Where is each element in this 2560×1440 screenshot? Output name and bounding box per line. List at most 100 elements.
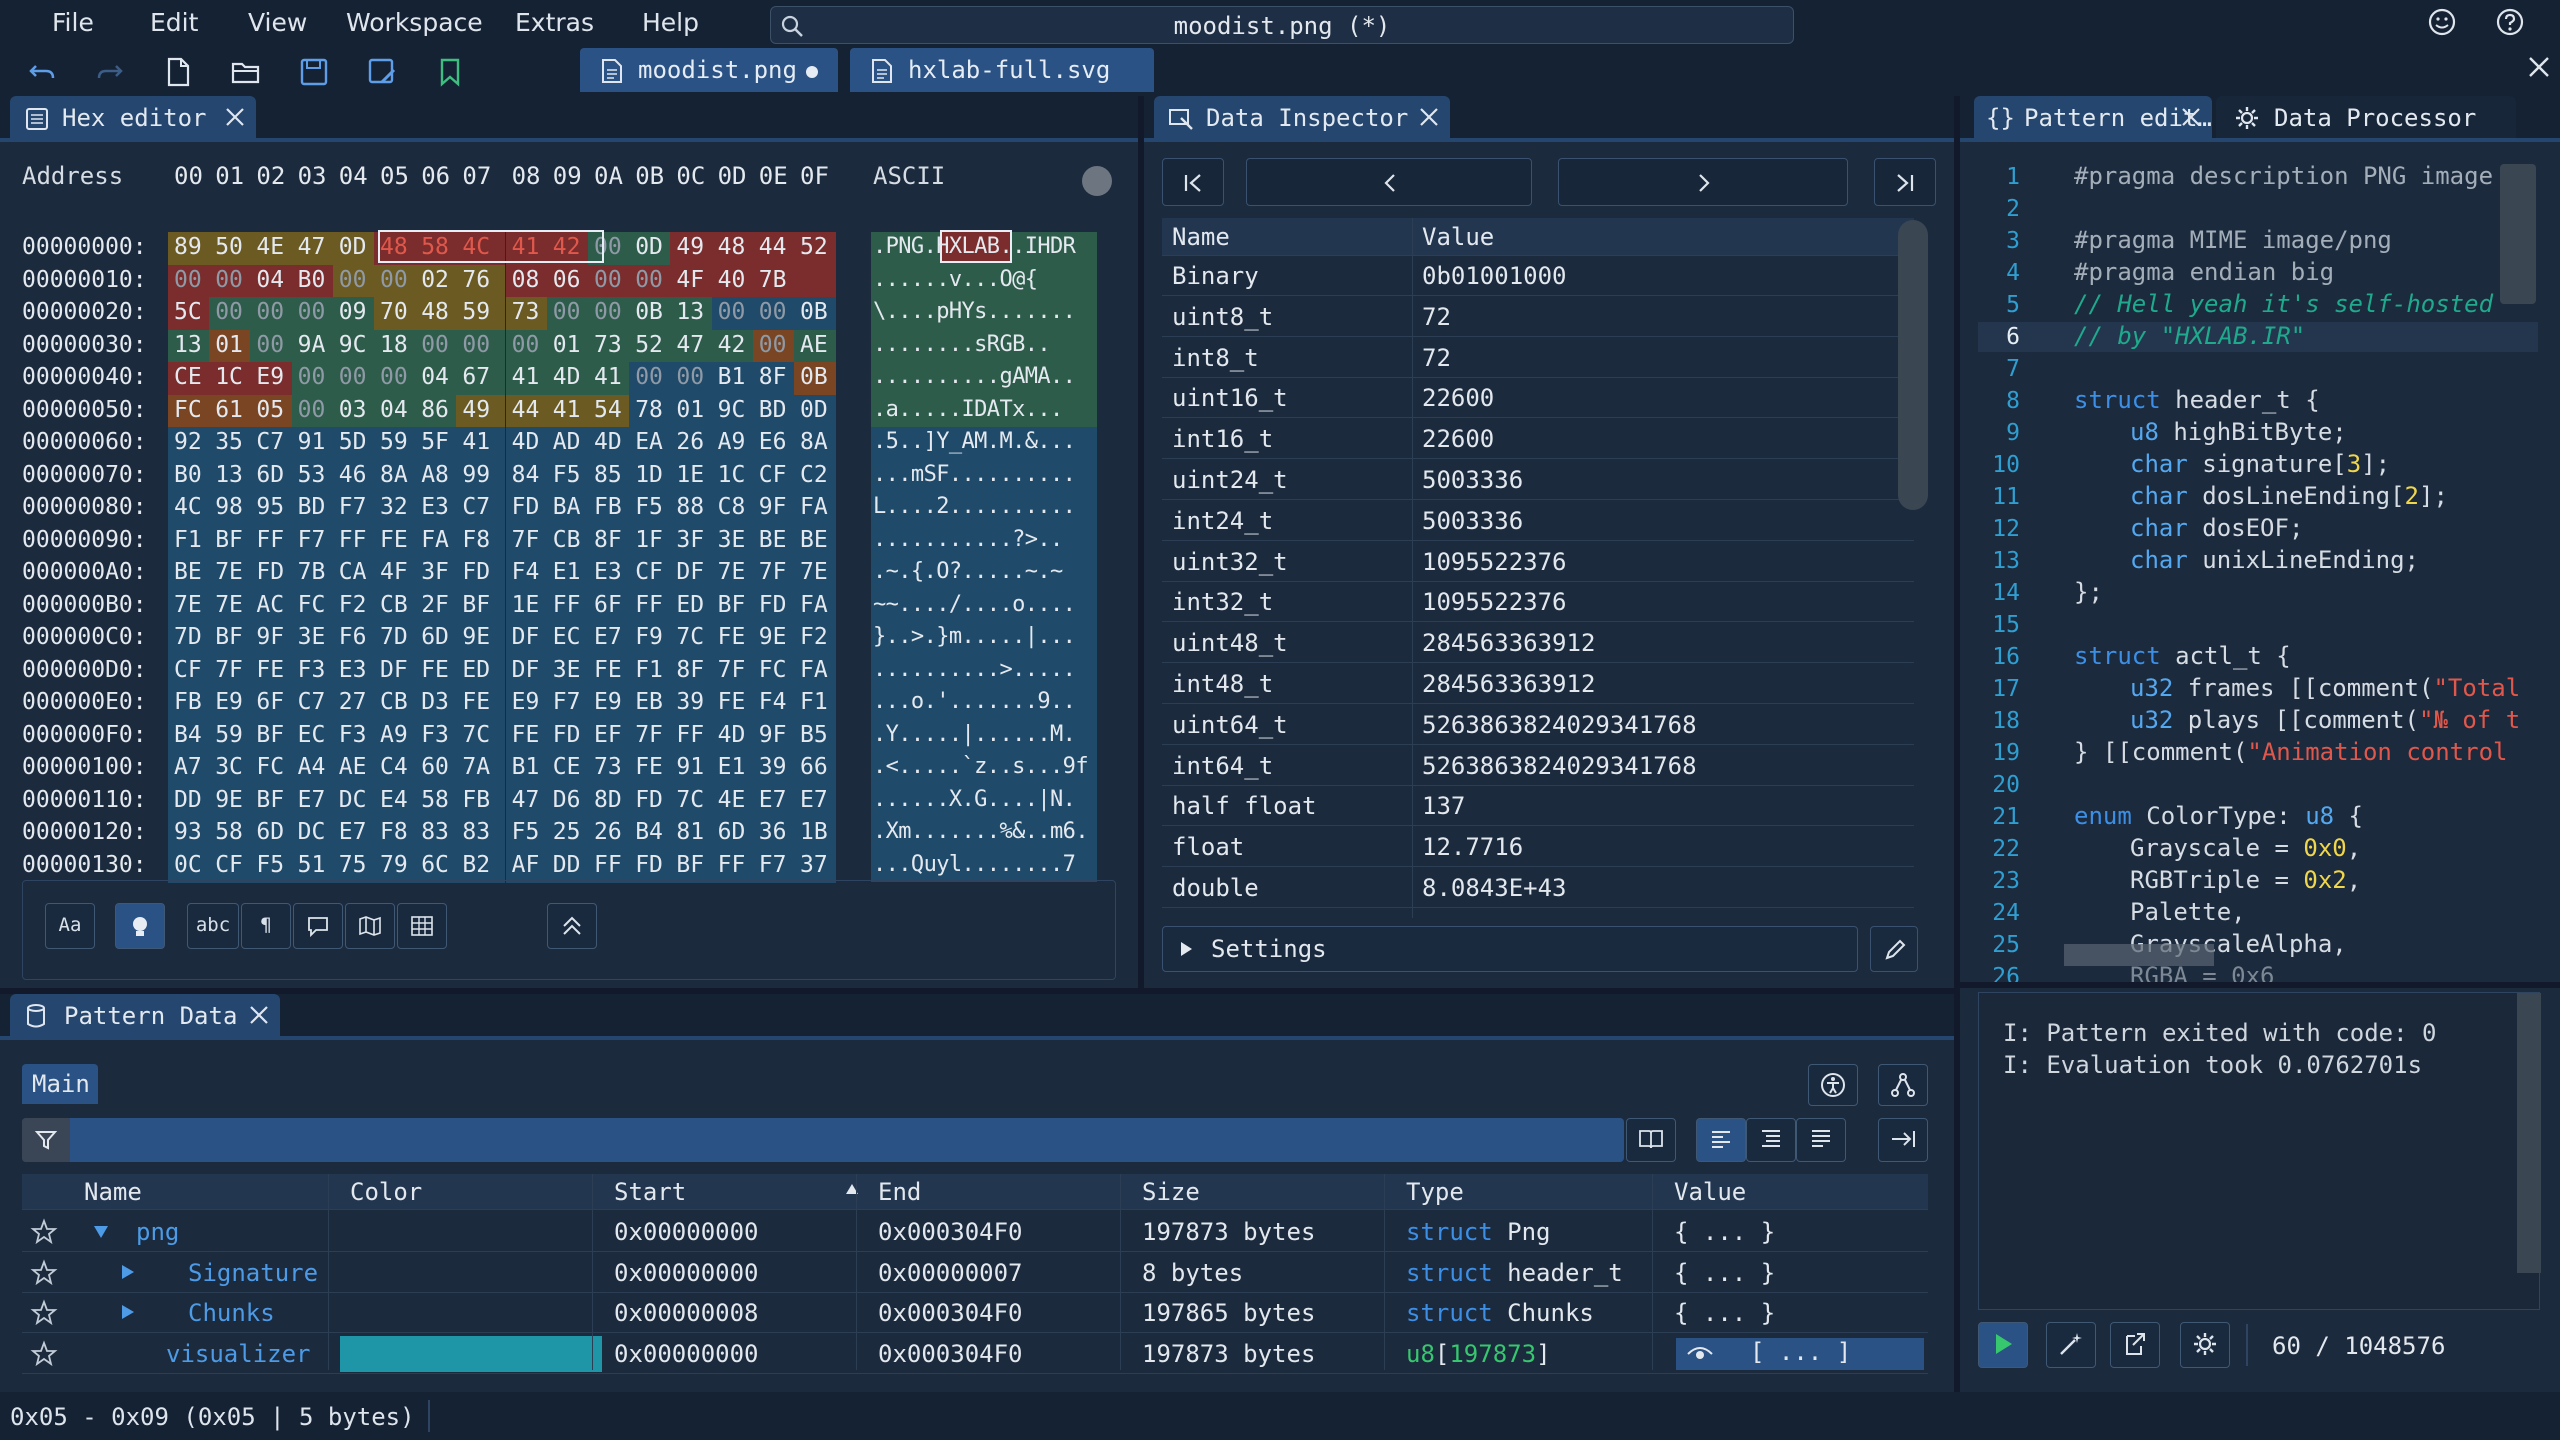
nav-last-button[interactable] (1874, 158, 1936, 206)
hex-byte[interactable]: FA (800, 592, 828, 618)
hex-byte[interactable]: BA (553, 494, 581, 520)
hex-byte[interactable]: 7B (298, 559, 326, 585)
hex-byte[interactable]: E3 (594, 559, 622, 585)
hex-byte[interactable]: F7 (759, 852, 787, 878)
column-header-name[interactable]: Name (84, 1178, 142, 1206)
hex-byte[interactable]: F5 (256, 852, 284, 878)
hex-byte[interactable]: F3 (298, 657, 326, 683)
align-left-button[interactable] (1696, 1118, 1746, 1162)
hex-byte[interactable]: 9C (339, 332, 367, 358)
hex-byte[interactable]: 70 (380, 299, 408, 325)
hex-byte[interactable]: E9 (512, 689, 540, 715)
command-search[interactable]: moodist.png (*) (770, 6, 1794, 44)
hex-byte[interactable]: 48 (718, 234, 746, 260)
hex-byte[interactable]: B4 (174, 722, 202, 748)
ascii-row[interactable]: ..........gAMA.. (873, 364, 1076, 389)
inspector-value[interactable]: 284563363912 (1422, 629, 1595, 657)
hex-byte[interactable]: CB (553, 527, 581, 553)
ascii-row[interactable]: ...mSF.......... (873, 462, 1076, 487)
hex-byte[interactable]: 7F (215, 657, 243, 683)
hex-byte[interactable]: FE (256, 657, 284, 683)
comment-button[interactable] (293, 903, 343, 949)
hex-byte[interactable]: BF (256, 722, 284, 748)
hex-byte[interactable]: 00 (718, 299, 746, 325)
hex-byte[interactable]: 00 (421, 332, 449, 358)
hex-byte[interactable]: 9A (298, 332, 326, 358)
inspector-value[interactable]: 137 (1422, 792, 1465, 820)
hex-byte[interactable]: 7F (718, 657, 746, 683)
hex-byte[interactable]: 08 (512, 267, 540, 293)
hex-byte[interactable]: C7 (256, 429, 284, 455)
inspector-value[interactable]: 22600 (1422, 425, 1494, 453)
hex-byte[interactable]: 53 (298, 462, 326, 488)
hex-byte[interactable]: 81 (676, 819, 704, 845)
hex-byte[interactable]: 0B (635, 299, 663, 325)
hex-byte[interactable]: FB (174, 689, 202, 715)
hex-byte[interactable]: AD (553, 429, 581, 455)
hex-byte[interactable]: A9 (718, 429, 746, 455)
hex-byte[interactable]: 18 (380, 332, 408, 358)
hex-byte[interactable]: 40 (718, 267, 746, 293)
hex-byte[interactable]: E3 (421, 494, 449, 520)
hex-byte[interactable]: 4D (718, 722, 746, 748)
hex-byte[interactable]: 26 (676, 429, 704, 455)
hex-byte[interactable]: BE (174, 559, 202, 585)
save-as-icon[interactable] (366, 56, 398, 88)
hex-byte[interactable]: 9E (759, 624, 787, 650)
pattern-field-value[interactable]: { ... } (1674, 1218, 1775, 1246)
hex-byte[interactable]: ED (462, 657, 490, 683)
hex-byte[interactable]: 4F (676, 267, 704, 293)
hex-byte[interactable]: F7 (298, 527, 326, 553)
inspector-value[interactable]: 1095522376 (1422, 548, 1567, 576)
hex-byte[interactable]: A4 (298, 754, 326, 780)
hex-byte[interactable]: C4 (380, 754, 408, 780)
hex-byte[interactable]: 3C (215, 754, 243, 780)
hex-byte[interactable]: 13 (174, 332, 202, 358)
hex-byte[interactable]: 73 (594, 754, 622, 780)
inspector-value[interactable]: 72 (1422, 344, 1451, 372)
hex-byte[interactable]: FE (594, 657, 622, 683)
smiley-icon[interactable] (2426, 6, 2458, 38)
ascii-row[interactable]: .<.....`z..s...9f (873, 754, 1089, 779)
hex-byte[interactable]: 1C (215, 364, 243, 390)
hex-byte[interactable]: FE (421, 657, 449, 683)
ascii-toggle-button[interactable]: abc (187, 903, 239, 949)
inspector-value[interactable]: 5263863824029341768 (1422, 711, 1697, 739)
hex-byte[interactable]: 00 (298, 299, 326, 325)
hex-byte[interactable]: 61 (215, 397, 243, 423)
hex-byte[interactable]: D3 (421, 689, 449, 715)
inspector-value[interactable]: 284563363912 (1422, 670, 1595, 698)
hex-byte[interactable]: 00 (512, 332, 540, 358)
hex-byte[interactable]: F2 (800, 624, 828, 650)
hex-byte[interactable]: FC (298, 592, 326, 618)
pattern-row[interactable]: png 0x00000000 0x000304F0 197873 bytes struc… (22, 1212, 1928, 1252)
hex-byte[interactable]: 59 (215, 722, 243, 748)
hex-byte[interactable]: 8F (759, 364, 787, 390)
jump-to-button[interactable] (1878, 1118, 1928, 1162)
hex-byte[interactable]: 6D (421, 624, 449, 650)
hex-byte[interactable]: 01 (676, 397, 704, 423)
ascii-row[interactable]: ........sRGB.. (873, 332, 1051, 357)
hex-byte[interactable]: 00 (676, 364, 704, 390)
flat-list-button[interactable] (1796, 1118, 1846, 1162)
hex-byte[interactable]: BF (676, 852, 704, 878)
hex-byte[interactable]: BF (256, 787, 284, 813)
hex-byte[interactable]: 93 (174, 819, 202, 845)
hex-byte[interactable]: 00 (594, 267, 622, 293)
hex-byte[interactable]: 1E (512, 592, 540, 618)
hex-byte[interactable]: 3E (553, 657, 581, 683)
hex-byte[interactable]: B5 (800, 722, 828, 748)
hex-byte[interactable]: 88 (676, 494, 704, 520)
minimap-toggle[interactable] (1082, 166, 1112, 196)
hex-byte[interactable]: 66 (800, 754, 828, 780)
open-folder-icon[interactable] (230, 56, 262, 88)
hex-byte[interactable]: DD (553, 852, 581, 878)
hex-byte[interactable]: 26 (594, 819, 622, 845)
hex-byte[interactable]: 01 (215, 332, 243, 358)
hex-byte[interactable]: 00 (256, 332, 284, 358)
hex-byte[interactable]: ED (676, 592, 704, 618)
hex-byte[interactable]: 9F (759, 494, 787, 520)
inspector-value[interactable]: 0b01001000 (1422, 262, 1567, 290)
auto-eval-button[interactable] (2046, 1322, 2096, 1368)
hex-byte[interactable]: 67 (462, 364, 490, 390)
